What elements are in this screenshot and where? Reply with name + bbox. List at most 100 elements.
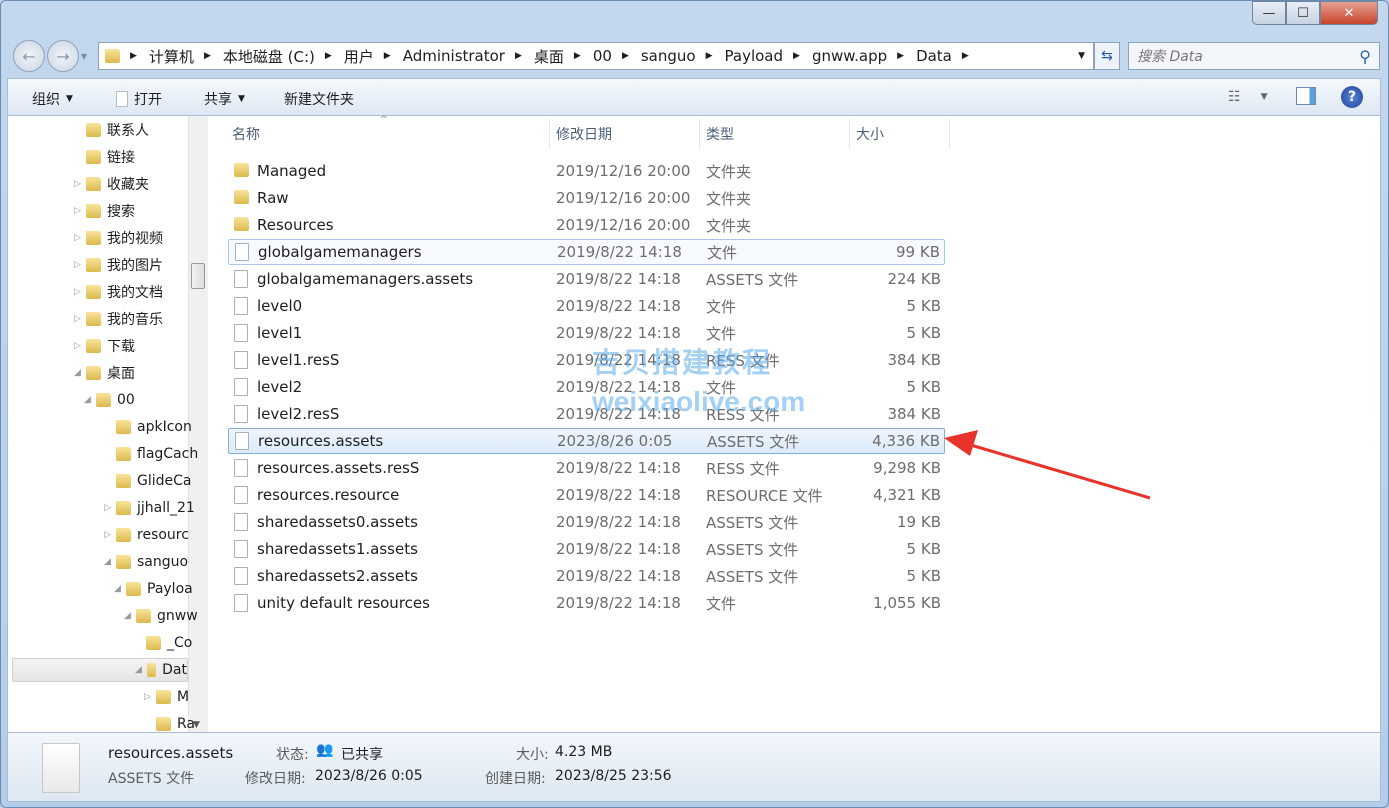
- address-bar[interactable]: ▶ 计算机 ▶ 本地磁盘 (C:) ▶ 用户 ▶ Administrator ▶ 桌面 ▶ 00 ▶ s…: [98, 42, 1094, 70]
- scrollbar-thumb[interactable]: [191, 263, 205, 289]
- tree-item[interactable]: ▷ 我的文档: [74, 280, 163, 304]
- expanded-arrow-icon[interactable]: ◢: [124, 611, 131, 621]
- tree-item[interactable]: Ra: [156, 712, 195, 732]
- file-row[interactable]: resources.assets 2023/8/26 0:05 ASSETS 文件 4…: [228, 428, 945, 454]
- collapsed-arrow-icon[interactable]: ▷: [104, 530, 111, 540]
- close-button[interactable]: ✕: [1320, 1, 1378, 25]
- tree-item[interactable]: ◢ 桌面: [74, 361, 135, 385]
- file-row[interactable]: level2.resS 2019/8/22 14:18 RESS 文件 384 KB: [228, 401, 945, 427]
- collapsed-arrow-icon[interactable]: ▷: [74, 206, 81, 216]
- column-header-size[interactable]: 大小: [850, 119, 950, 149]
- chevron-right-icon[interactable]: ▶: [325, 51, 332, 61]
- file-row[interactable]: globalgamemanagers 2019/8/22 14:18 文件 99 KB: [228, 239, 945, 265]
- pane-splitter[interactable]: [206, 116, 208, 732]
- collapsed-arrow-icon[interactable]: ▷: [74, 314, 81, 324]
- tree-item[interactable]: ▷ 我的图片: [74, 253, 163, 277]
- collapsed-arrow-icon[interactable]: ▷: [74, 287, 81, 297]
- forward-button[interactable]: →: [47, 40, 79, 72]
- refresh-button[interactable]: ⇆: [1094, 42, 1120, 70]
- tree-item[interactable]: ▷ resourc: [104, 523, 189, 547]
- collapsed-arrow-icon[interactable]: ▷: [144, 692, 151, 702]
- collapsed-arrow-icon[interactable]: ▷: [104, 503, 111, 513]
- breadcrumb-0[interactable]: 计算机: [149, 46, 194, 67]
- collapsed-arrow-icon[interactable]: ▷: [74, 341, 81, 351]
- tree-item[interactable]: ▷ jjhall_21: [104, 496, 195, 520]
- file-row[interactable]: unity default resources 2019/8/22 14:18 文件…: [228, 590, 945, 616]
- breadcrumb-2[interactable]: 用户: [344, 46, 374, 67]
- chevron-right-icon[interactable]: ▶: [515, 51, 522, 61]
- breadcrumb-1[interactable]: 本地磁盘 (C:): [223, 46, 315, 67]
- view-options-button[interactable]: ☷ ▼: [1228, 89, 1267, 105]
- open-button[interactable]: 打开: [116, 89, 162, 109]
- expanded-arrow-icon[interactable]: ◢: [84, 395, 91, 405]
- collapsed-arrow-icon[interactable]: ▷: [74, 179, 81, 189]
- expanded-arrow-icon[interactable]: ◢: [135, 665, 142, 675]
- new-folder-button[interactable]: 新建文件夹: [284, 89, 354, 109]
- tree-item[interactable]: ◢ Dat: [12, 658, 188, 682]
- tree-item[interactable]: ▷ 我的视频: [74, 226, 163, 250]
- file-row[interactable]: resources.resource 2019/8/22 14:18 RESOURC…: [228, 482, 945, 508]
- file-row[interactable]: globalgamemanagers.assets 2019/8/22 14:18…: [228, 266, 945, 292]
- breadcrumb-3[interactable]: Administrator: [403, 47, 505, 65]
- file-row[interactable]: resources.assets.resS 2019/8/22 14:18 RESS…: [228, 455, 945, 481]
- expanded-arrow-icon[interactable]: ◢: [114, 584, 121, 594]
- file-row[interactable]: Managed 2019/12/16 20:00 文件夹: [228, 158, 945, 184]
- chevron-right-icon[interactable]: ▶: [706, 51, 713, 61]
- minimize-button[interactable]: —: [1252, 1, 1286, 25]
- chevron-right-icon[interactable]: ▶: [130, 51, 137, 61]
- tree-item[interactable]: flagCach: [116, 442, 198, 466]
- tree-item[interactable]: ▷ M: [144, 685, 189, 709]
- file-row[interactable]: sharedassets2.assets 2019/8/22 14:18 ASSET…: [228, 563, 945, 589]
- tree-item[interactable]: ◢ sanguo: [104, 550, 188, 574]
- chevron-right-icon[interactable]: ▶: [204, 51, 211, 61]
- file-row[interactable]: sharedassets1.assets 2019/8/22 14:18 ASSET…: [228, 536, 945, 562]
- share-button[interactable]: 共享 ▼: [204, 89, 245, 109]
- chevron-right-icon[interactable]: ▶: [897, 51, 904, 61]
- tree-item[interactable]: apkIcon: [116, 415, 192, 439]
- tree-item[interactable]: ▷ 搜索: [74, 199, 135, 223]
- file-row[interactable]: level0 2019/8/22 14:18 文件 5 KB: [228, 293, 945, 319]
- breadcrumb-5[interactable]: 00: [593, 47, 612, 65]
- address-dropdown-icon[interactable]: ▼: [1078, 51, 1085, 61]
- tree-item[interactable]: ▷ 我的音乐: [74, 307, 163, 331]
- tree-item[interactable]: ◢ gnww: [124, 604, 198, 628]
- search-icon[interactable]: ⚲: [1359, 47, 1371, 66]
- maximize-button[interactable]: ☐: [1286, 1, 1320, 25]
- recent-pages-dropdown[interactable]: ▼: [81, 52, 87, 72]
- tree-item[interactable]: 联系人: [86, 118, 149, 142]
- tree-item[interactable]: _Co: [146, 631, 192, 655]
- file-row[interactable]: sharedassets0.assets 2019/8/22 14:18 ASSET…: [228, 509, 945, 535]
- column-header-type[interactable]: 类型: [700, 119, 850, 149]
- search-input[interactable]: 搜索 Data ⚲: [1128, 42, 1380, 70]
- help-button[interactable]: ?: [1341, 86, 1363, 108]
- breadcrumb-7[interactable]: Payload: [725, 47, 784, 65]
- breadcrumb-8[interactable]: gnww.app: [812, 47, 887, 65]
- tree-item[interactable]: ◢ 00: [84, 388, 135, 412]
- file-row[interactable]: level1.resS 2019/8/22 14:18 RESS 文件 384 KB: [228, 347, 945, 373]
- file-row[interactable]: Raw 2019/12/16 20:00 文件夹: [228, 185, 945, 211]
- expanded-arrow-icon[interactable]: ◢: [74, 368, 81, 378]
- back-button[interactable]: ←: [13, 40, 45, 72]
- expanded-arrow-icon[interactable]: ◢: [104, 557, 111, 567]
- tree-item[interactable]: GlideCa: [116, 469, 191, 493]
- chevron-right-icon[interactable]: ▶: [384, 51, 391, 61]
- preview-pane-button[interactable]: [1296, 87, 1316, 105]
- file-row[interactable]: level2 2019/8/22 14:18 文件 5 KB: [228, 374, 945, 400]
- collapsed-arrow-icon[interactable]: ▷: [74, 260, 81, 270]
- tree-item[interactable]: ▷ 下载: [74, 334, 135, 358]
- breadcrumb-9[interactable]: Data: [916, 47, 952, 65]
- chevron-right-icon[interactable]: ▶: [574, 51, 581, 61]
- chevron-right-icon[interactable]: ▶: [962, 51, 969, 61]
- tree-item[interactable]: 链接: [86, 145, 135, 169]
- tree-item[interactable]: ▷ 收藏夹: [74, 172, 149, 196]
- chevron-right-icon[interactable]: ▶: [793, 51, 800, 61]
- chevron-right-icon[interactable]: ▶: [622, 51, 629, 61]
- breadcrumb-6[interactable]: sanguo: [641, 47, 696, 65]
- breadcrumb-4[interactable]: 桌面: [534, 46, 564, 67]
- file-row[interactable]: Resources 2019/12/16 20:00 文件夹: [228, 212, 945, 238]
- column-header-date[interactable]: 修改日期: [550, 119, 700, 149]
- file-row[interactable]: level1 2019/8/22 14:18 文件 5 KB: [228, 320, 945, 346]
- collapsed-arrow-icon[interactable]: ▷: [74, 233, 81, 243]
- tree-item[interactable]: ◢ Payloa: [114, 577, 193, 601]
- column-header-name[interactable]: 名称 ^: [208, 115, 550, 149]
